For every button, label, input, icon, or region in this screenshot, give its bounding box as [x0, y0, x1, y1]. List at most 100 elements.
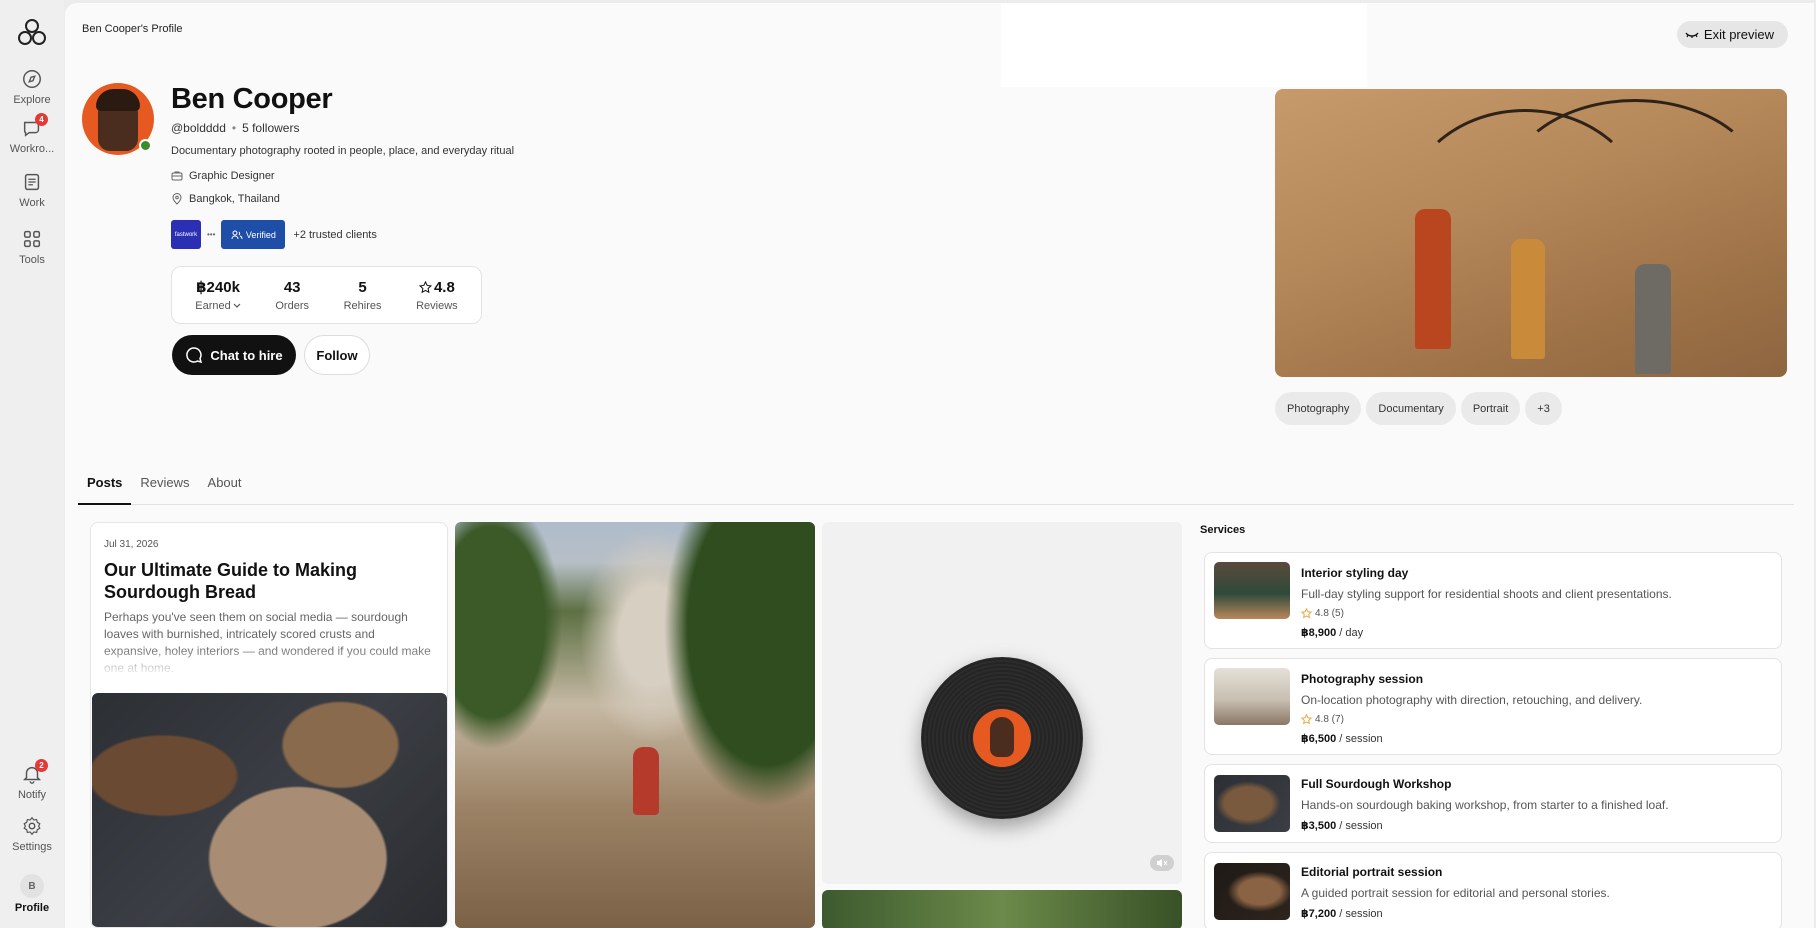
sidebar-item-work[interactable]: Work [0, 171, 64, 209]
sidebar-item-label: Notify [17, 789, 47, 801]
speaker-muted-icon [1157, 859, 1168, 867]
service-description: On-location photography with direction, … [1301, 693, 1643, 707]
sidebar-item-label: Work [19, 197, 45, 209]
shepherd-figure [633, 747, 659, 815]
location-pin-icon [172, 193, 182, 205]
profile-role: Graphic Designer [171, 170, 275, 182]
service-title: Full Sourdough Workshop [1301, 777, 1452, 791]
follow-button[interactable]: Follow [304, 335, 370, 375]
rating-text: 4.8 (5) [1315, 608, 1344, 619]
service-card[interactable]: Editorial portrait session A guided port… [1204, 852, 1782, 928]
foliage-image[interactable] [822, 890, 1182, 928]
users-icon [231, 230, 243, 239]
notification-badge: 2 [35, 759, 48, 772]
service-price: ฿6,500 / session [1301, 732, 1383, 745]
post-date: Jul 31, 2026 [104, 539, 159, 550]
stat-earned[interactable]: ฿240k Earned [195, 278, 241, 312]
sourdough-bread-image [92, 693, 447, 927]
price-value: ฿3,500 [1301, 820, 1337, 832]
chat-to-hire-label: Chat to hire [210, 347, 283, 363]
stat-value: 43 [283, 278, 301, 296]
vinyl-avatar-label [973, 709, 1031, 767]
separator-dot: • [231, 121, 237, 135]
notification-badge: 4 [35, 113, 48, 126]
tag-more-chip[interactable]: +3 [1525, 392, 1562, 425]
gear-icon [23, 816, 41, 836]
service-title: Interior styling day [1301, 566, 1409, 580]
location-text: Bangkok, Thailand [189, 193, 280, 205]
chat-bubble-icon [186, 347, 203, 364]
app-logo-icon[interactable] [14, 16, 50, 52]
stat-value: ฿240k [196, 279, 240, 296]
sidebar-item-notify[interactable]: 2 Notify [0, 759, 64, 801]
stat-label: Rehires [343, 299, 382, 312]
tree-right [655, 522, 815, 822]
sidebar-item-label: Workro... [9, 143, 55, 155]
tag-chip[interactable]: Documentary [1366, 392, 1456, 425]
profile-tabs: Posts Reviews About [78, 465, 1794, 505]
figure-grey [1635, 264, 1671, 374]
service-price: ฿7,200 / session [1301, 907, 1383, 920]
main-panel: Ben Cooper's Profile Exit preview Ben Co… [65, 3, 1814, 928]
sheep-herd-image[interactable] [455, 522, 815, 928]
star-icon [1301, 714, 1312, 725]
profile-avatar [82, 83, 154, 155]
service-description: A guided portrait session for editorial … [1301, 886, 1610, 900]
audio-post-card[interactable] [822, 522, 1182, 884]
chat-to-hire-button[interactable]: Chat to hire [172, 335, 296, 375]
rating-text: 4.8 (7) [1315, 714, 1344, 725]
sidebar: Explore 4 Workro... Work Tools 2 Notify … [0, 0, 64, 928]
eye-closed-icon [1685, 32, 1699, 38]
sidebar-item-settings[interactable]: Settings [0, 815, 64, 853]
online-status-dot [139, 139, 152, 152]
stat-label-text: Earned [195, 300, 231, 312]
followers-count[interactable]: 5 followers [242, 121, 299, 135]
price-unit: / session [1339, 908, 1383, 920]
compass-icon [23, 70, 41, 88]
sidebar-item-tools[interactable]: Tools [0, 228, 64, 266]
price-value: ฿6,500 [1301, 733, 1337, 745]
stat-reviews[interactable]: 4.8 Reviews [416, 279, 458, 312]
stat-value: 4.8 [418, 279, 455, 296]
exit-preview-button[interactable]: Exit preview [1676, 21, 1788, 48]
star-icon [1301, 608, 1312, 619]
star-icon [418, 280, 432, 293]
post-card[interactable]: Jul 31, 2026 Our Ultimate Guide to Makin… [90, 522, 448, 928]
profile-handle: @boldddd [171, 121, 226, 135]
tag-chip[interactable]: Photography [1275, 392, 1362, 425]
service-card[interactable]: Photography session On-location photogra… [1204, 658, 1782, 755]
service-price: ฿3,500 / session [1301, 819, 1383, 832]
tab-reviews[interactable]: Reviews [131, 465, 198, 505]
service-card[interactable]: Full Sourdough Workshop Hands-on sourdou… [1204, 764, 1782, 843]
tab-about[interactable]: About [199, 465, 251, 505]
service-title: Photography session [1301, 672, 1424, 686]
stats-card: ฿240k Earned 43 Orders 5 Rehires 4.8 Rev… [171, 266, 482, 324]
sidebar-item-workroom[interactable]: 4 Workro... [0, 113, 64, 155]
profile-name: Ben Cooper [171, 83, 333, 115]
services-title: Services [1200, 524, 1246, 536]
sidebar-item-profile[interactable]: B Profile [0, 874, 64, 914]
blank-overlay [1001, 3, 1367, 87]
breadcrumb: Ben Cooper's Profile [82, 23, 183, 35]
sidebar-item-explore[interactable]: Explore [0, 68, 64, 106]
tab-posts[interactable]: Posts [78, 465, 132, 505]
mute-button[interactable] [1150, 855, 1174, 871]
avatar-hair [96, 89, 140, 111]
client-logo[interactable]: fastwork [171, 220, 201, 249]
service-rating: 4.8 (5) [1301, 608, 1344, 619]
grid-icon [23, 230, 41, 248]
profile-location: Bangkok, Thailand [171, 193, 280, 205]
stat-label: Orders [275, 299, 309, 312]
tag-chip[interactable]: Portrait [1460, 392, 1521, 425]
trusted-clients-text[interactable]: +2 trusted clients [293, 229, 376, 241]
service-card[interactable]: Interior styling day Full-day styling su… [1204, 552, 1782, 649]
verified-badge[interactable]: Verified [221, 220, 286, 249]
stat-rehires: 5 Rehires [344, 279, 382, 312]
verified-label: Verified [245, 229, 276, 240]
service-thumbnail [1214, 863, 1290, 920]
sidebar-item-label: Profile [14, 902, 50, 914]
service-rating: 4.8 (7) [1301, 714, 1344, 725]
price-value: ฿8,900 [1301, 627, 1337, 639]
document-icon [24, 173, 40, 191]
handle-row: @boldddd • 5 followers [171, 121, 299, 135]
